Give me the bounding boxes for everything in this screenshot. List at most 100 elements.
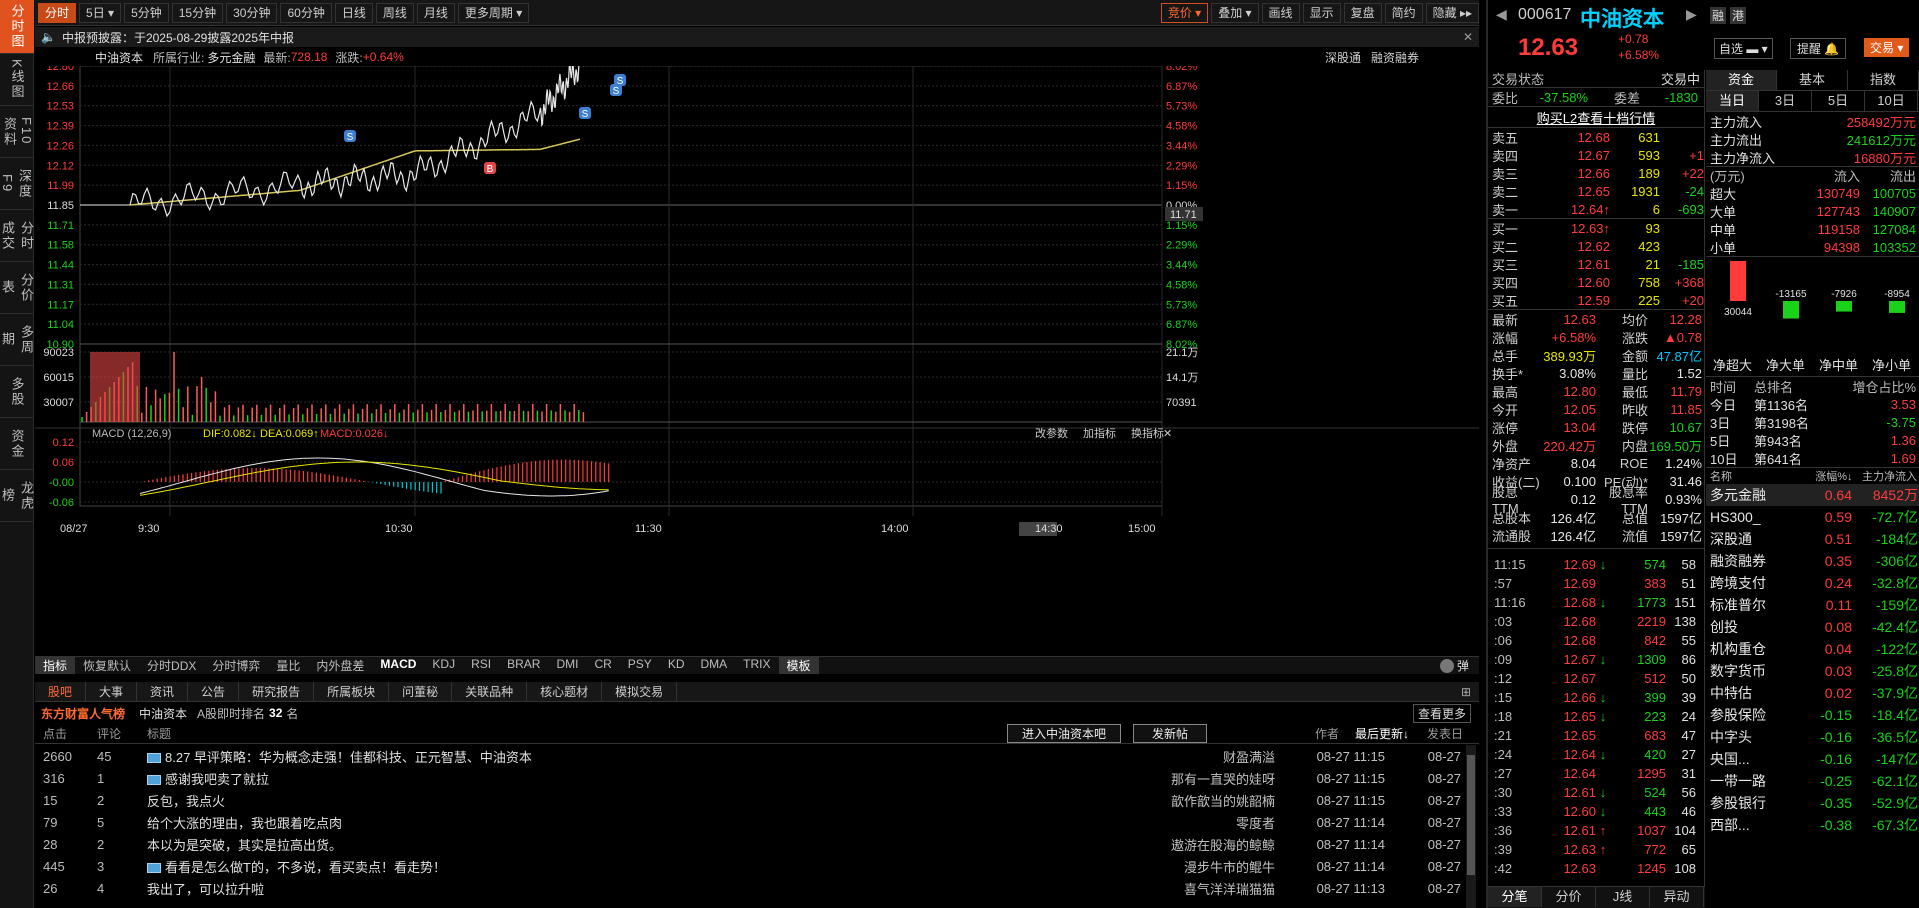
indicator-5[interactable]: 内外盘差 [308, 657, 372, 674]
tool-6[interactable]: 隐藏 ▸▸ [1425, 2, 1479, 23]
order-level[interactable]: 卖一 12.64↑ 6 -693 [1492, 200, 1704, 218]
indicator-4[interactable]: 量比 [268, 657, 308, 674]
indicator-2[interactable]: 分时DDX [139, 657, 204, 674]
fund-tab-2[interactable]: 指数 [1848, 70, 1919, 90]
order-level[interactable]: 买四 12.60 758 +368 [1492, 273, 1704, 291]
indicator-16[interactable]: 模板 [778, 657, 819, 674]
sgt-link[interactable]: 深股通 [1325, 49, 1361, 66]
alert-button[interactable]: 提醒 🔔 [1790, 38, 1847, 59]
period-0[interactable]: 分时 [38, 2, 77, 23]
forum-row[interactable]: 28 2 本以为是突破，其实是拉高出货。 遨游在股海的鲸鲸 08-27 11:14 08-… [35, 833, 1465, 855]
margin-link[interactable]: 融资融券 [1371, 49, 1419, 66]
col-updated[interactable]: 最后更新↓ [1355, 725, 1409, 742]
left-tab-1[interactable]: K线图 [0, 54, 34, 106]
enter-forum-button[interactable]: 进入中油资本吧 [1007, 724, 1122, 743]
sector-row[interactable]: 数字货币 0.03 -25.8亿 [1706, 660, 1919, 682]
forum-row[interactable]: 79 5 给个大涨的理由，我也跟着吃点肉 零度者 08-27 11:14 08-27 [35, 811, 1465, 833]
period-1[interactable]: 5日 ▾ [79, 2, 122, 23]
order-level[interactable]: 买二 12.62 423 [1492, 237, 1704, 255]
notice-text[interactable]: 中报预披露：于2025-08-29披露2025年中报 [62, 29, 294, 46]
forum-tab-7[interactable]: 关联品种 [452, 681, 528, 702]
sector-row[interactable]: 多元金融 0.64 8452万 [1706, 484, 1919, 506]
fund-subtab-2[interactable]: 5日 [1812, 91, 1865, 111]
left-tab-9[interactable]: 龙虎榜 [0, 470, 34, 522]
forum-row[interactable]: 2660 45 8.27 早评策略：华为概念走强！佳都科技、正元智慧、中油资本 财盈满… [35, 745, 1465, 767]
forum-tab-4[interactable]: 研究报告 [239, 681, 315, 702]
industry-name[interactable]: 多元金融 [207, 49, 255, 66]
forum-tab-1[interactable]: 大事 [86, 681, 138, 702]
col-date[interactable]: 发表日 [1427, 725, 1463, 742]
sector-row[interactable]: 融资融券 0.35 -306亿 [1706, 550, 1919, 572]
sector-row[interactable]: 西部... -0.38 -67.3亿 [1706, 814, 1919, 836]
forum-row[interactable]: 26 4 我出了，可以拉升啦 喜气洋洋瑞猫猫 08-27 11:13 08-27 [35, 877, 1465, 899]
next-arrow-icon[interactable]: ▶ [1686, 6, 1697, 23]
close-icon[interactable]: ✕ [1463, 30, 1473, 44]
indicator-0[interactable]: 指标 [35, 657, 76, 674]
indicator-8[interactable]: RSI [463, 657, 499, 674]
col-comments[interactable]: 评论 [97, 725, 147, 742]
forum-row[interactable]: 15 2 反包，我点火 歆作歆当的姚韶楠 08-27 11:15 08-27 [35, 789, 1465, 811]
intraday-chart[interactable]: 12.80 8.02% 12.66 6.87% 12.53 5.73% 12.39 4.58%… [35, 57, 1479, 654]
period-2[interactable]: 5分钟 [124, 2, 169, 23]
author[interactable]: 零度者 [1095, 813, 1275, 832]
author[interactable]: 歆作歆当的姚韶楠 [1095, 791, 1275, 810]
left-tab-8[interactable]: 资金 [0, 418, 34, 470]
order-level[interactable]: 卖四 12.67 593 +1 [1492, 146, 1704, 164]
new-post-button[interactable]: 发新帖 [1133, 724, 1208, 743]
post-title[interactable]: 8.27 早评策略：华为概念走强！佳都科技、正元智慧、中油资本 [147, 747, 1095, 766]
col-author[interactable]: 作者 [1315, 725, 1339, 742]
tool-2[interactable]: 画线 [1261, 2, 1300, 23]
left-tab-6[interactable]: 多周期 [0, 314, 34, 366]
sector-row[interactable]: 跨境支付 0.24 -32.8亿 [1706, 572, 1919, 594]
tool-0[interactable]: 竞价 ▾ [1160, 2, 1209, 23]
forum-row[interactable]: 445 3 看看是怎么做T的，不多说，看买卖点！看走势！ 漫步牛市的鲲牛 08-27 1… [35, 855, 1465, 877]
col-clicks[interactable]: 点击 [35, 725, 97, 742]
fund-tab-1[interactable]: 基本 [1777, 70, 1848, 90]
sector-row[interactable]: 标准普尔 0.11 -159亿 [1706, 594, 1919, 616]
left-tab-3[interactable]: 深度F9 [0, 158, 34, 210]
order-level[interactable]: 卖五 12.68 631 [1492, 128, 1704, 146]
forum-tab-5[interactable]: 所属板块 [314, 681, 390, 702]
order-level[interactable]: 买三 12.61 21 -185 [1492, 255, 1704, 273]
order-level[interactable]: 卖二 12.65 1931 -24 [1492, 182, 1704, 200]
indicator-1[interactable]: 恢复默认 [75, 657, 139, 674]
indicator-3[interactable]: 分时博弈 [204, 657, 268, 674]
sector-row[interactable]: 创投 0.08 -42.4亿 [1706, 616, 1919, 638]
fund-subtab-1[interactable]: 3日 [1759, 91, 1812, 111]
forum-scrollbar[interactable] [1466, 745, 1476, 908]
period-7[interactable]: 周线 [375, 2, 414, 23]
indicator-10[interactable]: DMI [548, 657, 586, 674]
sector-row[interactable]: 一带一路 -0.25 -62.1亿 [1706, 770, 1919, 792]
post-title[interactable]: 反包，我点火 [147, 791, 1095, 810]
forum-tab-6[interactable]: 问董秘 [389, 681, 453, 702]
author[interactable]: 遨游在股海的鲸鲸 [1095, 835, 1275, 854]
tick-tab-0[interactable]: 分笔 [1488, 887, 1542, 907]
trade-button[interactable]: 交易 ▾ [1864, 38, 1910, 57]
fund-tab-0[interactable]: 资金 [1706, 70, 1777, 90]
indicator-15[interactable]: TRIX [735, 657, 778, 674]
indicator-7[interactable]: KDJ [424, 657, 463, 674]
col-title[interactable]: 标题 [147, 725, 1007, 742]
post-title[interactable]: 我出了，可以拉升啦 [147, 879, 1095, 898]
post-title[interactable]: 看看是怎么做T的，不多说，看买卖点！看走势！ [147, 857, 1095, 876]
indicator-11[interactable]: CR [586, 657, 619, 674]
period-3[interactable]: 15分钟 [171, 2, 224, 23]
period-6[interactable]: 日线 [334, 2, 373, 23]
indicator-9[interactable]: BRAR [499, 657, 548, 674]
left-tab-5[interactable]: 分价表 [0, 262, 34, 314]
popup-toggle[interactable]: 弹 [1439, 657, 1469, 674]
post-title[interactable]: 给个大涨的理由，我也跟着吃点肉 [147, 813, 1095, 832]
author[interactable]: 漫步牛市的鲲牛 [1095, 857, 1275, 876]
l2-promo[interactable]: 购买L2查看十档行情 [1488, 106, 1704, 128]
indicator-13[interactable]: KD [660, 657, 693, 674]
left-tab-4[interactable]: 分时成交 [0, 210, 34, 262]
left-tab-0[interactable]: 分时图 [0, 0, 34, 54]
prev-arrow-icon[interactable]: ◀ [1496, 6, 1507, 23]
tick-tab-3[interactable]: 异动 [1650, 887, 1704, 907]
period-4[interactable]: 30分钟 [226, 2, 278, 23]
author[interactable]: 财盈满溢 [1095, 747, 1275, 766]
indicator-14[interactable]: DMA [692, 657, 735, 674]
tool-1[interactable]: 叠加 ▾ [1211, 2, 1259, 23]
indicator-12[interactable]: PSY [620, 657, 660, 674]
left-tab-7[interactable]: 多股 [0, 366, 34, 418]
